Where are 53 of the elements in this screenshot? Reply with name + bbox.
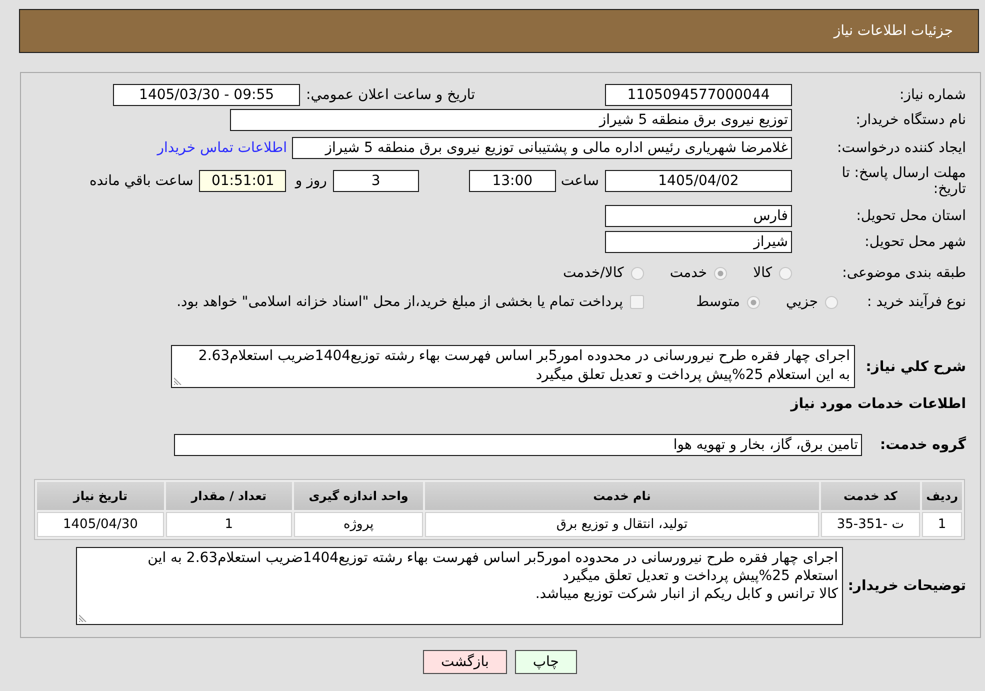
field-label: شهر محل تحویل:: [864, 234, 966, 250]
table-cell: 1405/04/30: [37, 512, 164, 537]
description-field[interactable]: اجرای چهار فقره طرح نیرورسانی در محدوده امور5بر اساس فهرست بهاء رشته توزیع1404ضریب استعلام2.63 به این استعلام 25%پیش پرداخت و تعدیل تعلق میگیرد: [171, 345, 855, 388]
section-heading: اطلاعات خدمات مورد نیاز: [790, 396, 966, 412]
province-field[interactable]: فارس: [605, 205, 792, 227]
requester-field[interactable]: غلامرضا شهریاری رئیس اداره مالی و پشتیبانی توزیع نیروی برق منطقه 5 شیراز: [292, 137, 792, 159]
buyer-notes-field[interactable]: اجرای چهار فقره طرح نیرورسانی در محدوده امور5بر اساس فهرست بهاء رشته توزیع1404ضریب استعلام2.63 به این استعلام 25%پیش پرداخت و تعدیل تعلق میگیرد کالا ترانس و کابل ریکم از انبار شرکت توزیع میباشد.: [76, 547, 843, 625]
buyer-org-field[interactable]: توزیع نیروی برق منطقه 5 شیراز: [230, 109, 792, 131]
option-label: کالا/خدمت: [562, 265, 624, 281]
page-title: جزئیات اطلاعات نیاز: [834, 23, 953, 39]
days-field[interactable]: 3: [332, 170, 419, 192]
column-header: تاریخ نیاز: [37, 482, 164, 510]
table-cell: تولید، انتقال و توزیع برق: [425, 512, 819, 537]
remaining-label: ساعت باقي مانده: [90, 173, 194, 189]
column-header: کد خدمت: [820, 482, 920, 510]
field-label: توضیحات خریدار:: [848, 578, 966, 594]
table-cell: پروژه: [294, 512, 424, 537]
deadline-date-field[interactable]: 1405/04/02: [605, 170, 792, 192]
table-cell: 1: [922, 512, 962, 537]
announce-date-field[interactable]: 1405/03/30 - 09:55: [113, 84, 300, 106]
remaining-time-field[interactable]: 01:51:01: [199, 170, 286, 192]
service-group-field[interactable]: تامین برق، گاز، بخار و تهویه هوا: [174, 434, 862, 456]
resize-grip-icon: [174, 377, 182, 385]
column-header: تعداد / مقدار: [166, 482, 292, 510]
column-header: ردیف: [922, 482, 962, 510]
option-label: جزيي: [786, 294, 818, 310]
print-button[interactable]: چاپ: [514, 650, 577, 674]
field-label: تاریخ و ساعت اعلان عمومي:: [306, 87, 475, 103]
time-label: ساعت: [560, 173, 599, 189]
option-label: کالا: [753, 265, 772, 281]
days-label: روز و: [295, 173, 327, 189]
city-field[interactable]: شیراز: [605, 231, 792, 253]
back-button[interactable]: بازگشت: [423, 650, 507, 674]
field-label: ایجاد کننده درخواست:: [837, 140, 966, 156]
option-label: خدمت: [670, 265, 708, 281]
column-header: واحد اندازه گیری: [294, 482, 424, 510]
buyer-contact-link[interactable]: اطلاعات تماس خریدار: [157, 140, 287, 156]
option-label: پرداخت تمام یا بخشی از مبلغ خرید،از محل "اسناد خزانه اسلامی" خواهد بود.: [176, 294, 624, 310]
need-number-field[interactable]: 1105094577000044: [605, 84, 792, 106]
field-label: شرح کلي نیاز:: [866, 358, 966, 374]
column-header: نام خدمت: [425, 482, 819, 510]
table-cell: ت -351-35: [820, 512, 920, 537]
field-label: گروه خدمت:: [880, 437, 966, 453]
table-cell: 1: [166, 512, 292, 537]
field-label: مهلت ارسال پاسخ: تا تاریخ:: [842, 165, 966, 197]
resize-grip-icon: [79, 614, 87, 622]
field-label: نوع فرآیند خرید :: [867, 294, 966, 310]
field-label: استان محل تحویل:: [856, 208, 966, 224]
deadline-time-field[interactable]: 13:00: [468, 170, 556, 192]
field-label: نام دستگاه خریدار:: [856, 112, 966, 128]
option-label: متوسط: [696, 294, 740, 310]
field-label: طبقه بندی موضوعی:: [842, 265, 966, 281]
field-label: شماره نیاز:: [900, 87, 966, 103]
